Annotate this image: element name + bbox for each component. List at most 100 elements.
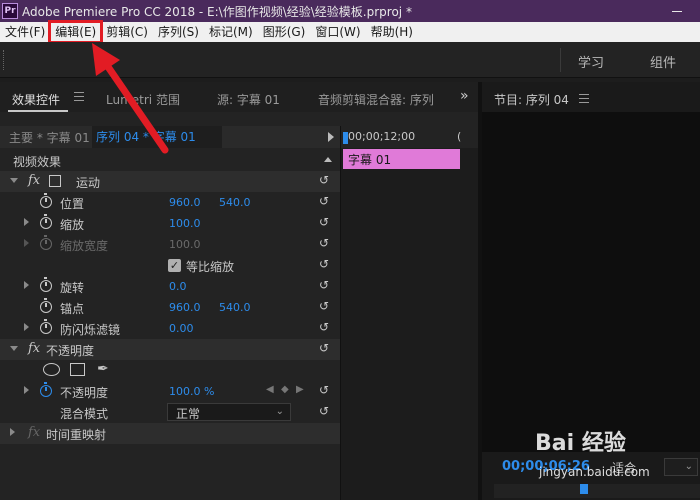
rotation-label: 旋转 [60,281,85,295]
expand-right-icon[interactable] [24,218,29,226]
scale-width-row: 缩放宽度 100.0 ↺ [0,234,340,255]
collapse-up-icon[interactable] [324,157,332,162]
motion-transform-icon[interactable] [49,175,61,187]
fx-icon[interactable]: fx [28,425,40,440]
position-x-value[interactable]: 960.0 [169,196,201,209]
program-viewer[interactable] [482,112,700,452]
title-clip[interactable]: 字幕 01 [343,149,460,169]
stopwatch-icon [40,235,52,250]
menu-file[interactable]: 文件(F) [0,22,50,42]
program-playhead[interactable] [580,484,588,494]
expand-right-icon[interactable] [24,323,29,331]
ellipse-mask-icon[interactable] [43,363,60,376]
expand-down-icon[interactable] [10,346,18,351]
premiere-logo-icon: Pr [2,3,18,19]
active-tab-indicator [8,110,68,112]
anchor-x-value[interactable]: 960.0 [169,301,201,314]
scale-value[interactable]: 100.0 [169,217,201,230]
motion-label: 运动 [76,176,101,190]
master-clip-label[interactable]: 主要 * 字幕 01 [0,129,92,146]
stopwatch-icon[interactable] [40,214,52,229]
clip-label: 字幕 01 [348,153,392,167]
sequence-clip-label[interactable]: 序列 04 * 字幕 01 [92,126,222,148]
workspace-bar: 学习 组件 [0,42,700,78]
menu-edit[interactable]: 编辑(E) [48,20,104,44]
uniform-scale-label: 等比缩放 [186,260,235,274]
reset-icon[interactable]: ↺ [319,258,332,271]
stopwatch-icon[interactable] [40,319,52,334]
prev-keyframe-icon[interactable]: ◀ [266,384,274,395]
zoom-fit-dropdown[interactable]: ⌄ [664,458,698,476]
play-icon[interactable] [328,132,334,142]
workspace-tab-assembly[interactable]: 组件 [650,52,676,71]
ruler-timecode: 00;00;12;00 [348,130,416,143]
reset-icon[interactable]: ↺ [319,195,332,208]
expand-right-icon[interactable] [24,386,29,394]
stopwatch-icon[interactable] [40,277,52,292]
stopwatch-icon[interactable] [40,382,52,397]
opacity-value[interactable]: 100.0 % [169,385,214,398]
reset-icon[interactable]: ↺ [319,321,332,334]
opacity-effect-row[interactable]: fx 不透明度 ↺ [0,339,340,360]
program-monitor: 节目: 序列 04 00;00;06;26 适合 ⌄ [482,82,700,500]
pen-mask-icon[interactable]: ✒ [97,361,109,377]
workspace-divider [560,48,561,72]
reset-icon[interactable]: ↺ [319,237,332,250]
tab-effect-controls[interactable]: 效果控件 [12,91,60,108]
reset-icon[interactable]: ↺ [319,405,332,418]
reset-icon[interactable]: ↺ [319,300,332,313]
program-monitor-title[interactable]: 节目: 序列 04 [494,91,569,108]
expand-right-icon [24,239,29,247]
position-y-value[interactable]: 540.0 [219,196,251,209]
effect-controls-panel: 效果控件 Lumetri 范围 源: 字幕 01 音频剪辑混合器: 序列 » 主… [0,82,479,500]
reset-icon[interactable]: ↺ [319,279,332,292]
workspace-tab-learn[interactable]: 学习 [578,52,604,71]
anti-flicker-value[interactable]: 0.00 [169,322,194,335]
program-timecode[interactable]: 00;00;06;26 [502,459,590,474]
tab-source[interactable]: 源: 字幕 01 [217,91,280,108]
blend-mode-select[interactable]: 正常 ⌄ [167,403,291,421]
menu-sequence[interactable]: 序列(S) [153,22,204,42]
fx-icon[interactable]: fx [28,173,40,188]
reset-icon[interactable]: ↺ [319,216,332,229]
window-title: Adobe Premiere Pro CC 2018 - E:\作图作视频\经验… [22,4,412,19]
panel-menu-icon[interactable] [579,94,589,103]
zoom-fit-label: 适合 [612,461,637,475]
menu-window[interactable]: 窗口(W) [310,22,365,42]
stopwatch-icon[interactable] [40,193,52,208]
mask-tools-row: ✒ [0,360,340,381]
reset-icon[interactable]: ↺ [319,174,332,187]
tab-audio-clip-mixer[interactable]: 音频剪辑混合器: 序列 [318,91,434,108]
stopwatch-icon[interactable] [40,298,52,313]
reset-icon[interactable]: ↺ [319,384,332,397]
next-keyframe-icon[interactable]: ▶ [296,384,304,395]
opacity-value-row: 不透明度 100.0 % ◀ ◆ ▶ ↺ [0,381,340,402]
reset-icon[interactable]: ↺ [319,342,332,355]
motion-effect-row[interactable]: fx 运动 ↺ [0,171,340,192]
expand-down-icon[interactable] [10,178,18,183]
more-tabs-icon[interactable]: » [460,88,469,104]
rotation-value[interactable]: 0.0 [169,280,187,293]
tab-lumetri-scopes[interactable]: Lumetri 范围 [106,91,180,108]
panel-menu-icon[interactable] [74,92,84,101]
menu-graphics[interactable]: 图形(G) [258,22,311,42]
menu-help[interactable]: 帮助(H) [366,22,418,42]
menu-clip[interactable]: 剪辑(C) [101,22,153,42]
scale-label: 缩放 [60,218,85,232]
program-time-ruler[interactable] [494,484,700,498]
minimize-button[interactable] [654,2,700,20]
time-remap-row[interactable]: fx 时间重映射 [0,423,340,444]
uniform-scale-checkbox[interactable]: ✓ [168,259,181,272]
expand-right-icon[interactable] [24,281,29,289]
anchor-row: 锚点 960.0 540.0 ↺ [0,297,340,318]
add-keyframe-icon[interactable]: ◆ [281,384,289,395]
expand-right-icon[interactable] [10,428,15,436]
menu-marker[interactable]: 标记(M) [204,22,258,42]
rectangle-mask-icon[interactable] [70,363,85,376]
position-label: 位置 [60,197,85,211]
blend-mode-label: 混合模式 [60,407,109,421]
grip-handle[interactable] [3,50,5,70]
anchor-y-value[interactable]: 540.0 [219,301,251,314]
timeline-ruler[interactable]: 00;00;12;00 ( [341,126,479,148]
fx-icon[interactable]: fx [28,341,40,356]
